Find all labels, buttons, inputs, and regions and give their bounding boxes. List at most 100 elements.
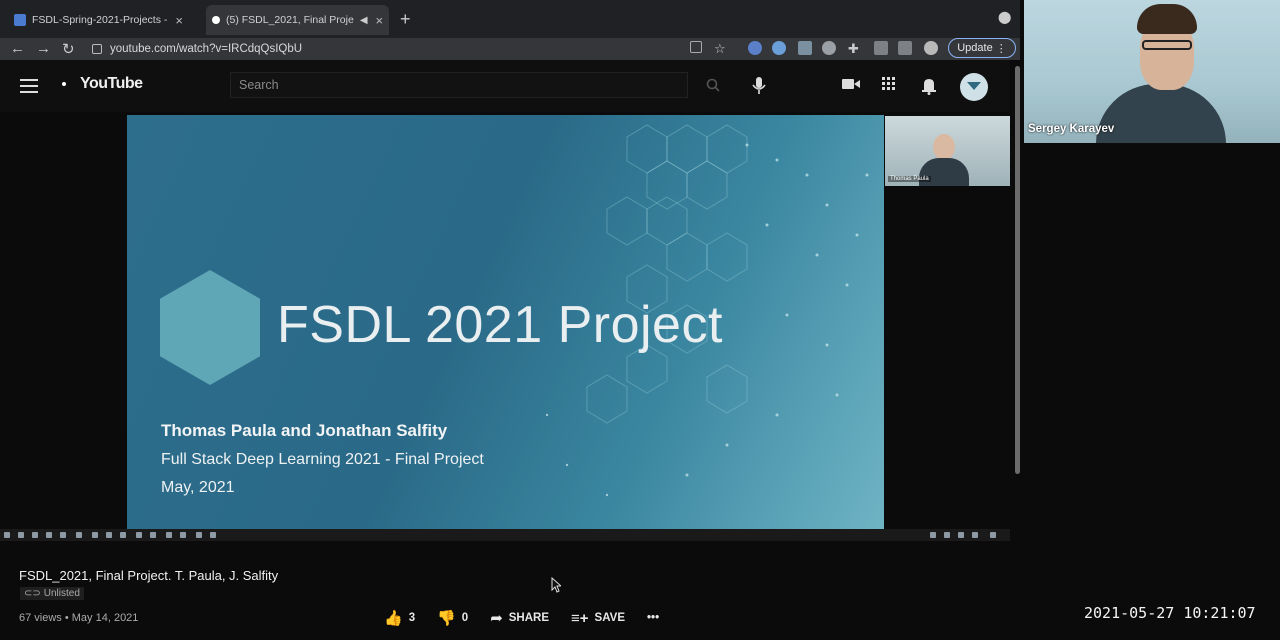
like-count: 3 <box>408 612 416 624</box>
profile-icon[interactable] <box>924 41 938 55</box>
taskbar-icon <box>196 532 202 538</box>
presenter-torso <box>1096 84 1226 143</box>
notifications-bell-icon[interactable] <box>920 77 938 95</box>
account-avatar[interactable] <box>960 73 988 101</box>
url-bar[interactable]: youtube.com/watch?v=IRCdqQsIQbU <box>92 39 742 59</box>
tab-label: (5) FSDL_2021, Final Proje <box>226 14 354 26</box>
slide-authors: Thomas Paula and Jonathan Salfity <box>161 421 448 440</box>
dislike-count: 0 <box>461 612 469 624</box>
bookmark-star-icon[interactable]: ☆ <box>714 41 726 57</box>
address-bar-row: ← → ↻ youtube.com/watch?v=IRCdqQsIQbU ☆ … <box>0 38 1020 60</box>
page-scrollbar[interactable] <box>1014 60 1022 480</box>
visibility-badge: ⊂⊃ Unlisted <box>20 587 84 600</box>
slide-subtitle: Full Stack Deep Learning 2021 - Final Pr… <box>161 451 484 468</box>
presenter-hair <box>1137 4 1197 34</box>
like-button[interactable]: 👍 3 <box>384 609 415 627</box>
video-webcam-tile: Thomas Paula <box>885 116 1010 186</box>
forward-icon[interactable]: → <box>36 40 51 57</box>
taskbar-icon <box>210 532 216 538</box>
mouse-cursor-icon <box>551 577 561 593</box>
browser-tab-active[interactable]: (5) FSDL_2021, Final Proje ◀ × <box>206 5 390 35</box>
thumbs-down-icon: 👎 <box>437 610 456 627</box>
webcam-name-label: Thomas Paula <box>888 176 931 182</box>
video-meta: 67 views • May 14, 2021 <box>19 612 139 624</box>
recording-icon <box>212 16 220 24</box>
youtube-header: YouTube Search <box>0 60 1010 112</box>
tab-label: FSDL-Spring-2021-Projects - <box>32 14 168 26</box>
taskbar-icon <box>136 532 142 538</box>
puzzle-icon[interactable]: ✚ <box>848 41 859 57</box>
back-icon[interactable]: ← <box>10 40 25 57</box>
url-text: youtube.com/watch?v=IRCdqQsIQbU <box>110 43 303 55</box>
search-input[interactable]: Search <box>230 72 688 98</box>
glasses-icon <box>1142 40 1192 50</box>
taskbar-icon <box>32 532 38 538</box>
slide-date: May, 2021 <box>161 479 235 496</box>
presenter-webcam: Sergey Karayev <box>1024 0 1280 143</box>
more-actions-button[interactable]: ••• <box>647 612 659 624</box>
github-icon[interactable] <box>822 41 836 55</box>
presenter-name: Sergey Karayev <box>1028 123 1115 135</box>
tray-icon <box>930 532 936 538</box>
cast-icon[interactable] <box>874 41 888 55</box>
tab-search-icon[interactable]: ⬤ <box>998 10 1011 24</box>
update-button[interactable]: Update ⋮ <box>948 38 1016 58</box>
taskbar-icon <box>18 532 24 538</box>
person-head <box>933 134 955 160</box>
video-player[interactable]: FSDL 2021 Project Thomas Paula and Jonat… <box>127 115 884 529</box>
close-icon[interactable]: × <box>376 13 384 28</box>
extension-icon[interactable] <box>772 41 786 55</box>
search-placeholder: Search <box>239 78 279 92</box>
browser-tab[interactable]: FSDL-Spring-2021-Projects - × <box>14 8 183 32</box>
extension-icon[interactable] <box>748 41 762 55</box>
save-label: SAVE <box>594 612 626 624</box>
thumbs-up-icon: 👍 <box>384 610 403 627</box>
link-icon: ⊂⊃ <box>24 588 41 599</box>
recording-timestamp: 2021-05-27 10:21:07 <box>1084 604 1256 622</box>
taskbar-strip <box>0 529 1010 541</box>
slide-title: FSDL 2021 Project <box>277 296 723 354</box>
share-label: SHARE <box>508 612 550 624</box>
taskbar-icon <box>46 532 52 538</box>
share-button[interactable]: ➦ SHARE <box>490 609 549 627</box>
video-title: FSDL_2021, Final Project. T. Paula, J. S… <box>19 568 279 583</box>
taskbar-icon <box>150 532 156 538</box>
dislike-button[interactable]: 👎 0 <box>437 609 468 627</box>
share-arrow-icon: ➦ <box>490 610 503 627</box>
create-video-icon[interactable] <box>842 77 860 95</box>
taskbar-icon <box>180 532 186 538</box>
install-icon[interactable] <box>690 41 702 53</box>
taskbar-icon <box>92 532 98 538</box>
tray-icon <box>972 532 978 538</box>
apps-icon[interactable] <box>880 77 898 95</box>
new-tab-button[interactable]: + <box>400 9 411 30</box>
save-button[interactable]: ≡+ SAVE <box>571 610 625 627</box>
search-button[interactable] <box>696 72 730 98</box>
youtube-logo[interactable]: YouTube <box>62 75 143 93</box>
taskbar-icon <box>120 532 126 538</box>
tray-icon <box>958 532 964 538</box>
extension-icon[interactable] <box>798 41 812 55</box>
visibility-label: Unlisted <box>43 588 80 599</box>
tray-icon <box>990 532 996 538</box>
microphone-icon[interactable] <box>750 77 768 95</box>
search-icon <box>706 78 720 92</box>
taskbar-icon <box>60 532 66 538</box>
close-icon[interactable]: × <box>175 13 183 28</box>
logo-play-icon <box>62 82 66 86</box>
lock-icon <box>92 44 102 54</box>
menu-icon[interactable] <box>20 79 38 97</box>
more-icon: ••• <box>647 612 660 624</box>
scrollbar-thumb[interactable] <box>1015 66 1020 474</box>
video-actions: 👍 3 👎 0 ➦ SHARE ≡+ SAVE ••• <box>384 609 681 628</box>
tray-icon <box>944 532 950 538</box>
taskbar-icon <box>166 532 172 538</box>
reading-list-icon[interactable] <box>898 41 912 55</box>
update-label: Update <box>957 42 993 54</box>
start-icon <box>4 532 10 538</box>
speaker-icon[interactable]: ◀ <box>360 15 368 26</box>
reload-icon[interactable]: ↻ <box>62 40 75 58</box>
taskbar-icon <box>106 532 112 538</box>
logo-text: YouTube <box>80 75 143 92</box>
browser-tab-bar: FSDL-Spring-2021-Projects - × (5) FSDL_2… <box>0 0 1020 38</box>
